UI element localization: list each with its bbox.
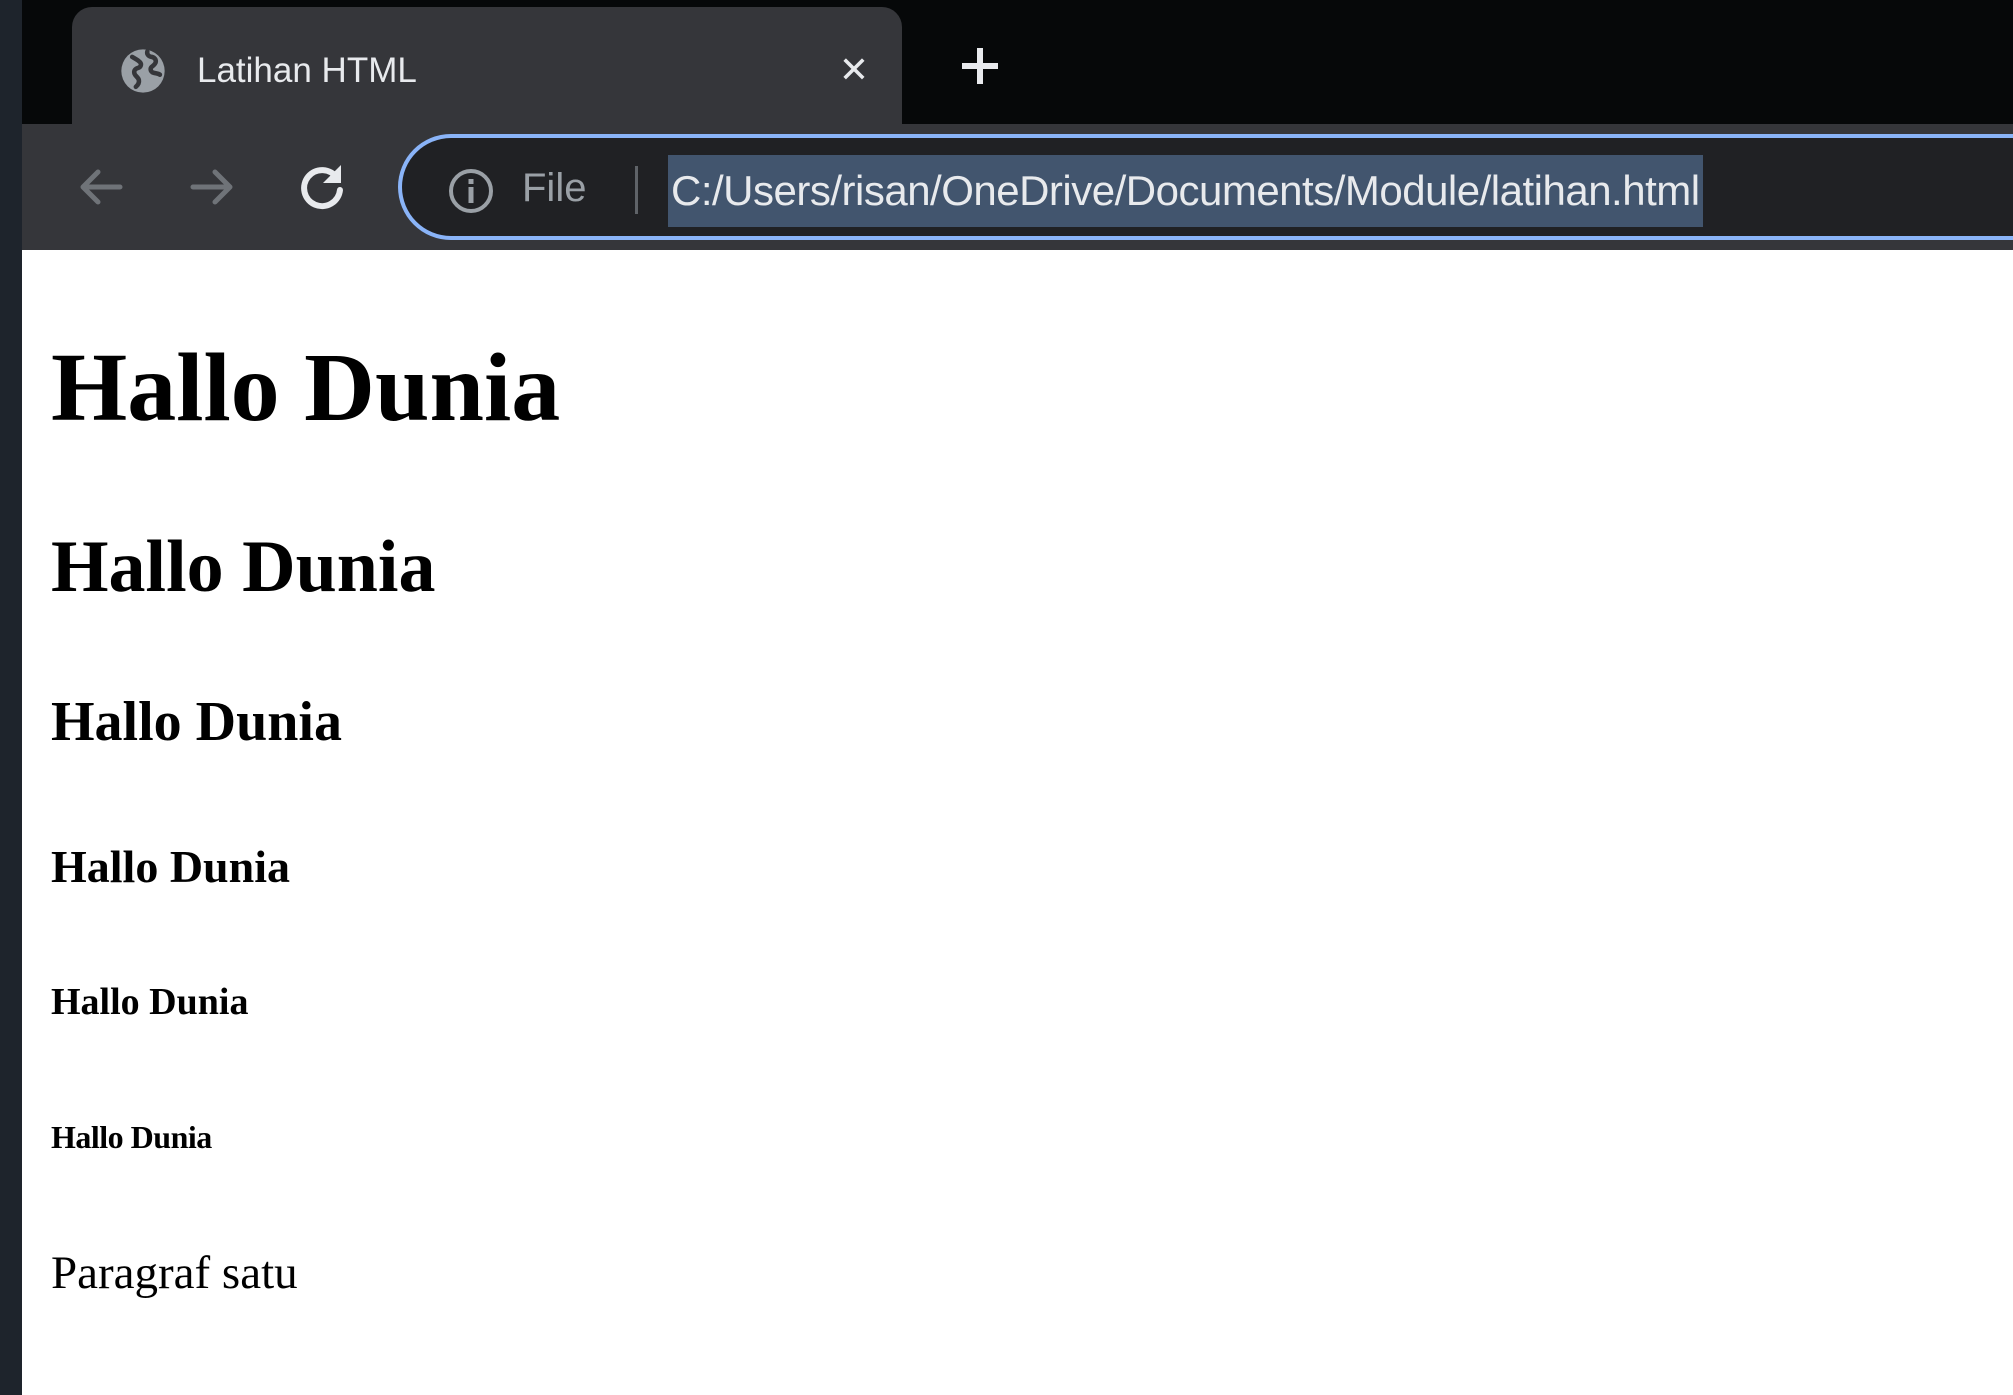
page-content: Hallo Dunia Hallo Dunia Hallo Dunia Hall… <box>22 250 2013 1395</box>
toolbar: File C:/Users/risan/OneDrive/Documents/M… <box>22 124 2013 250</box>
paragraph: Paragraf satu <box>51 1247 298 1299</box>
heading-3: Hallo Dunia <box>51 691 342 753</box>
heading-2: Hallo Dunia <box>51 526 436 608</box>
reload-icon[interactable] <box>287 152 357 222</box>
omnibox-divider <box>635 166 638 214</box>
heading-6: Hallo Dunia <box>51 1119 212 1155</box>
globe-icon <box>121 49 165 93</box>
url-text[interactable]: C:/Users/risan/OneDrive/Documents/Module… <box>668 155 1703 227</box>
url-scheme-label: File <box>522 166 587 210</box>
tab-latihan-html[interactable]: Latihan HTML ✕ <box>72 7 902 124</box>
heading-1: Hallo Dunia <box>51 334 561 442</box>
tab-strip: Latihan HTML ✕ <box>22 0 2013 124</box>
heading-5: Hallo Dunia <box>51 981 249 1023</box>
arrow-right-icon[interactable] <box>177 152 247 222</box>
tab-title: Latihan HTML <box>197 51 417 90</box>
close-icon[interactable]: ✕ <box>830 47 878 95</box>
browser-window: Latihan HTML ✕ File C:/Users/risan/OneDr… <box>0 0 2013 1395</box>
plus-icon[interactable] <box>950 36 1010 96</box>
info-icon[interactable] <box>446 166 496 216</box>
heading-4: Hallo Dunia <box>51 841 291 892</box>
window-edge <box>0 0 22 1395</box>
arrow-left-icon[interactable] <box>66 152 136 222</box>
address-bar[interactable]: File C:/Users/risan/OneDrive/Documents/M… <box>398 134 2013 240</box>
